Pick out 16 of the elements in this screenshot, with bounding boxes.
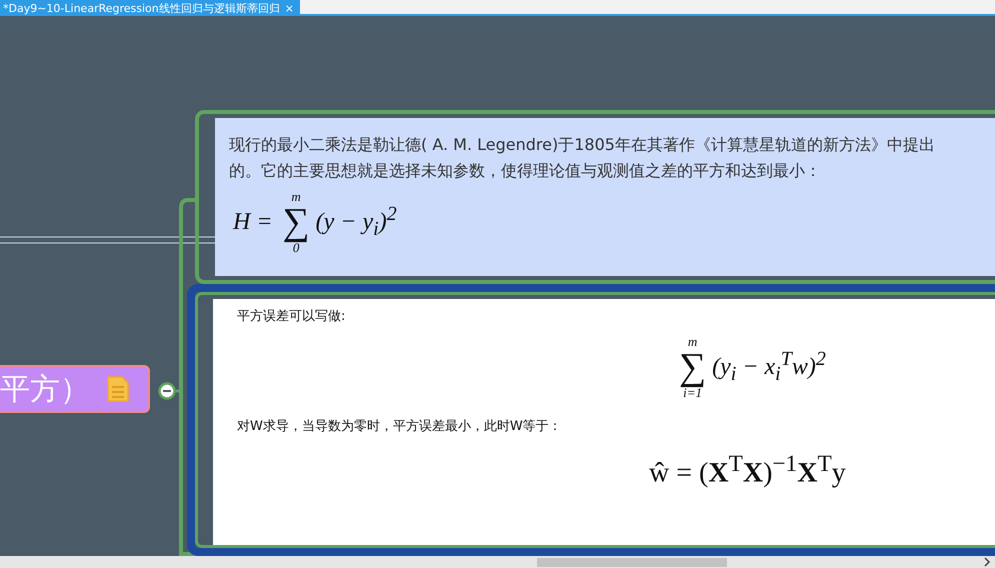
- tab-title: *Day9~10-LinearRegression线性回归与逻辑斯蒂回归: [3, 0, 280, 16]
- note-card[interactable]: 现行的最小二乘法是勒让德( A. M. Legendre)于1805年在其著作《计算慧星轨道的新方法》中提出的。它的主要思想就是选择未知参数，使得理论值与观测值之差的平方和达到最小： H = m ∑ 0 (y − y$_{i}$)$^{2}$: [195, 110, 995, 284]
- close-button[interactable]: ×: [284, 2, 294, 14]
- formula: H = m ∑ 0 (y − y$_{i}$)$^{2}$: [233, 190, 398, 254]
- note-text: 现行的最小二乘法是勒让德( A. M. Legendre)于1805年在其著作《计算慧星轨道的新方法》中提出的。它的主要思想就是选择未知参数，使得理论值与观测值之差的平方和达到最小：: [229, 134, 936, 182]
- topic-node[interactable]: 平方）: [0, 365, 150, 413]
- formula: ŵ = (X$^{T}$X)$^{−1}$X$^{T}$y: [649, 451, 847, 490]
- note-card[interactable]: 平方误差可以写做: m ∑ i=1 (y$_{i}$ − x$_{i}$$^{T}$w)$^{2}$ 对W求导，当导数为零时，平方误差最小，此时W等于： ŵ = (X$^{T}$X)$^{−1}$X$^{T}$y: [187, 284, 995, 556]
- collapse-toggle[interactable]: [158, 382, 176, 400]
- formula: m ∑ i=1 (y$_{i}$ − x$_{i}$$^{T}$w)$^{2}$: [679, 335, 827, 399]
- document-tab[interactable]: *Day9~10-LinearRegression线性回归与逻辑斯蒂回归 ×: [0, 0, 300, 16]
- note-text: 平方误差可以写做:: [237, 308, 346, 326]
- scroll-right-icon[interactable]: [983, 557, 991, 567]
- horizontal-scrollbar[interactable]: [0, 556, 995, 568]
- note-text: 对W求导，当导数为零时，平方误差最小，此时W等于：: [237, 418, 563, 436]
- topic-text: 平方）: [0, 372, 90, 408]
